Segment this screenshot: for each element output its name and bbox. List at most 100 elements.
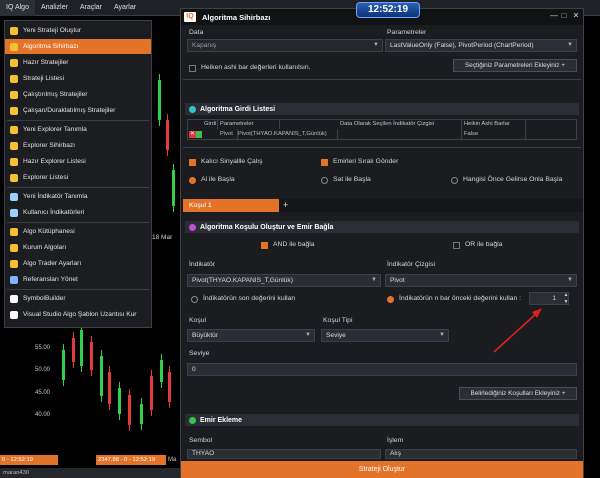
edit-row-icon[interactable] [196, 131, 202, 138]
table-cell: Pivot [218, 129, 238, 139]
dropdown-item-label: Hazır Stratejiler [23, 59, 69, 66]
strategy-list-icon [10, 74, 18, 83]
use-n-bar-radio[interactable] [387, 296, 394, 303]
wizard-icon [10, 42, 18, 51]
running-strategies-icon [10, 90, 18, 99]
close-icon[interactable]: ✕ [571, 11, 581, 21]
price-chart-right[interactable] [584, 16, 600, 478]
minimize-icon[interactable]: — [549, 11, 559, 21]
persistent-signal-checkbox[interactable] [189, 159, 196, 166]
buy-start-label: Al ile Başla [201, 176, 235, 183]
chart-status-left: 0 - 12:52:19 [0, 455, 58, 465]
clock: 12:52:19 [356, 2, 420, 18]
order-header: Emir Ekleme [185, 414, 579, 426]
use-last-value-radio[interactable] [191, 296, 198, 303]
dropdown-item[interactable]: Explorer Listesi [5, 170, 151, 185]
remove-row-icon[interactable]: ✕ [189, 131, 196, 138]
tab-kosul-1[interactable]: Koşul 1 [183, 199, 279, 212]
chevron-down-icon: ▼ [567, 277, 573, 283]
price-label: 50.00 [35, 367, 51, 373]
indicator-combobox[interactable]: Pivot(THYAO.KAPANIS_T,Günlük) ▼ [187, 274, 381, 287]
dropdown-item[interactable]: Kurum Algoları [5, 240, 151, 255]
dropdown-item[interactable]: Yeni İndikatör Tanımla [5, 189, 151, 204]
maximize-icon[interactable]: □ [559, 11, 569, 21]
data-combobox[interactable]: Kapanış ▼ [187, 39, 383, 52]
params-combobox[interactable]: LastValueOnly (False), PivotPeriod (Char… [385, 39, 577, 52]
dropdown-item[interactable]: Hazır Explorer Listesi [5, 154, 151, 169]
and-checkbox[interactable] [261, 242, 268, 249]
table-cell: Pivot(THYAO.KAPANIS_T,Günlük) [236, 129, 338, 139]
menu-araclar[interactable]: Araçlar [74, 0, 108, 16]
either-start-radio[interactable] [451, 177, 458, 184]
dropdown-item[interactable]: Algo Trader Ayarları [5, 256, 151, 271]
chart-status-mid: 2347.88 - 0 - 12:52:19 [96, 455, 166, 465]
indicator-label: İndikatör [189, 261, 216, 268]
ordered-orders-label: Emirleri Sıralı Gönder [333, 158, 399, 165]
dropdown-item[interactable]: Hazır Stratejiler [5, 55, 151, 70]
dropdown-item[interactable]: Visual Studio Algo Şablon Uzantısı Kur [5, 307, 151, 322]
or-checkbox[interactable] [453, 242, 460, 249]
dropdown-item[interactable]: Strateji Listesi [5, 71, 151, 86]
table-cell [338, 129, 462, 139]
plus-icon: + [561, 390, 566, 397]
menu-iq-algo[interactable]: IQ Algo [0, 0, 35, 16]
spin-up-icon[interactable]: ▲ [562, 292, 570, 298]
dropdown-item[interactable]: Yeni Strateji Oluştur [5, 23, 151, 38]
ordered-orders-checkbox[interactable] [321, 159, 328, 166]
add-conditions-button[interactable]: Belirlediğiniz Koşulları Ekleyiniz + [459, 387, 577, 400]
action-combobox[interactable]: Alış [385, 449, 577, 459]
add-params-button[interactable]: Seçtiğiniz Parametreleri Ekleyiniz + [453, 59, 577, 72]
condition-combobox[interactable]: Büyüktür ▼ [187, 329, 315, 342]
dropdown-item-label: Hazır Explorer Listesi [23, 158, 86, 165]
dropdown-item-label: Kullanıcı İndikatörleri [23, 209, 85, 216]
dropdown-item[interactable]: Referansları Yönet [5, 272, 151, 287]
candle-body [160, 360, 163, 382]
date-label: 18 Mar [152, 234, 173, 241]
indicator-line-combobox[interactable]: Pivot ▼ [385, 274, 577, 287]
dropdown-item[interactable]: Explorer Sihirbazı [5, 138, 151, 153]
heiken-checkbox[interactable] [189, 65, 196, 72]
symbol-combobox[interactable]: THYAO [187, 449, 381, 459]
buy-start-radio[interactable] [189, 177, 196, 184]
green-dot-icon [189, 416, 196, 424]
price-label: 55.00 [35, 345, 51, 351]
heiken-label: Heiken ashi bar değerleri kullanılsın. [201, 64, 311, 71]
add-tab-icon[interactable]: + [283, 199, 293, 212]
dropdown-item[interactable]: Çalıştırılmış Stratejiler [5, 87, 151, 102]
dropdown-item-label: Yeni Explorer Tanımla [23, 126, 87, 133]
dropdown-item[interactable]: Yeni Explorer Tanımla [5, 122, 151, 137]
candle-body [100, 356, 103, 396]
menu-analizler[interactable]: Analizler [35, 0, 74, 16]
input-list-header: Algoritma Girdi Listesi [185, 103, 579, 115]
candle-body [158, 80, 161, 120]
indicator-new-icon [10, 192, 18, 201]
dropdown-item-label: Yeni İndikatör Tanımla [23, 193, 88, 200]
dropdown-item[interactable]: Çalışan/Duraklatılmış Stratejiler [5, 103, 151, 118]
references-icon [10, 275, 18, 284]
menu-ayarlar[interactable]: Ayarlar [108, 0, 142, 16]
strategy-new-icon [10, 26, 18, 35]
dropdown-item-label: SymbolBuilder [23, 295, 66, 302]
dropdown-item[interactable]: Algo Kütüphanesi [5, 224, 151, 239]
input-list-table: Girdi Parametreler Data Olarak Seçilen İ… [187, 119, 577, 140]
dropdown-item[interactable]: SymbolBuilder [5, 291, 151, 306]
params-label: Parametreler [387, 29, 427, 36]
dropdown-item-label: Algoritma Sihirbazı [23, 43, 79, 50]
user-indicators-icon [10, 208, 18, 217]
dropdown-item-label: Referansları Yönet [23, 276, 78, 283]
candle-body [128, 395, 131, 425]
condition-header: Algoritma Koşulu Oluştur ve Emir Bağla [185, 221, 579, 233]
dropdown-item[interactable]: Algoritma Sihirbazı [5, 39, 151, 54]
spin-down-icon[interactable]: ▼ [562, 299, 570, 305]
table-header: Data Olarak Seçilen İndikatör Çizgisi [338, 120, 462, 129]
teal-dot-icon [189, 105, 196, 113]
use-n-bar-label: İndikatörün n bar önceki değerini kullan… [399, 295, 522, 302]
or-label: OR ile bağla [465, 241, 503, 248]
dropdown-item[interactable]: Kullanıcı İndikatörleri [5, 205, 151, 220]
sell-start-radio[interactable] [321, 177, 328, 184]
data-label: Data [189, 29, 204, 36]
create-strategy-button[interactable]: Strateji Oluştur [181, 461, 583, 478]
level-input[interactable]: 0 [187, 363, 577, 376]
condition-type-combobox[interactable]: Seviye ▼ [321, 329, 449, 342]
table-header: Heikin Ashi Barlar [462, 120, 526, 129]
